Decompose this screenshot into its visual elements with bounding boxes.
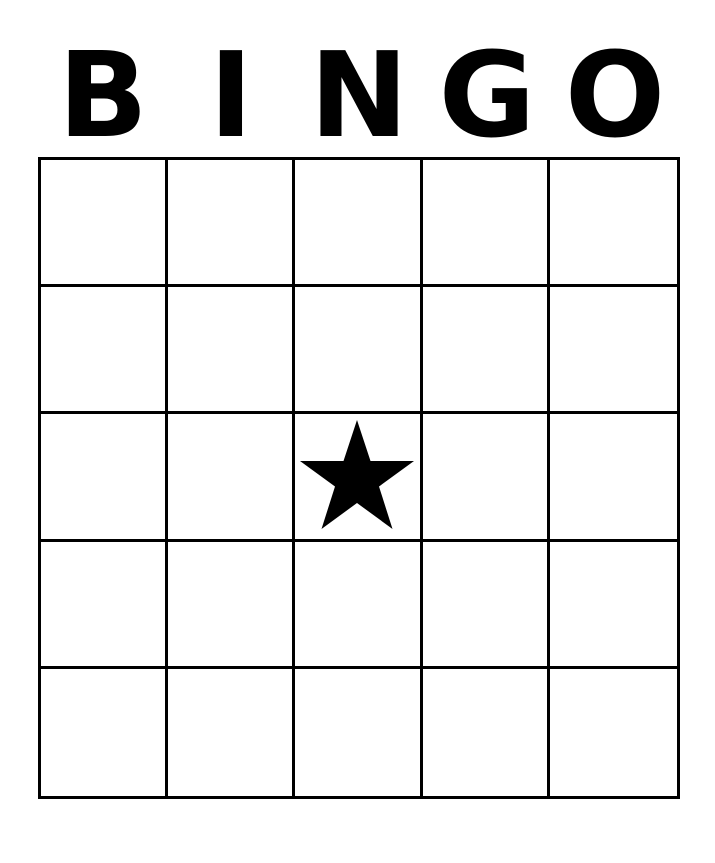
header-letter-n: N (309, 26, 409, 164)
bingo-cell[interactable] (549, 414, 677, 542)
bingo-cell[interactable] (41, 287, 169, 415)
header-letter-b: B (58, 26, 148, 164)
bingo-cell[interactable] (422, 160, 550, 288)
header-letter-g: G (438, 26, 536, 164)
bingo-cell[interactable] (422, 541, 550, 669)
bingo-cell[interactable] (295, 287, 423, 415)
star-icon (300, 420, 415, 530)
bingo-cell[interactable] (168, 287, 296, 415)
bingo-cell[interactable] (549, 160, 677, 288)
header-letter-o: O (564, 26, 666, 164)
bingo-cell[interactable] (168, 668, 296, 796)
header-letter-i: I (209, 26, 253, 164)
bingo-header: B I N G O (39, 26, 679, 164)
bingo-cell[interactable] (295, 541, 423, 669)
bingo-cell[interactable] (295, 160, 423, 288)
bingo-cell[interactable] (295, 668, 423, 796)
bingo-cell[interactable] (549, 668, 677, 796)
bingo-cell[interactable] (549, 287, 677, 415)
free-space-cell[interactable] (295, 414, 423, 542)
bingo-cell[interactable] (41, 160, 169, 288)
bingo-cell[interactable] (168, 160, 296, 288)
bingo-cell[interactable] (41, 414, 169, 542)
bingo-cell[interactable] (41, 541, 169, 669)
bingo-cell[interactable] (41, 668, 169, 796)
bingo-cell[interactable] (549, 541, 677, 669)
bingo-cell[interactable] (422, 668, 550, 796)
bingo-grid (38, 157, 680, 799)
bingo-cell[interactable] (422, 414, 550, 542)
bingo-cell[interactable] (168, 414, 296, 542)
bingo-cell[interactable] (168, 541, 296, 669)
bingo-cell[interactable] (422, 287, 550, 415)
